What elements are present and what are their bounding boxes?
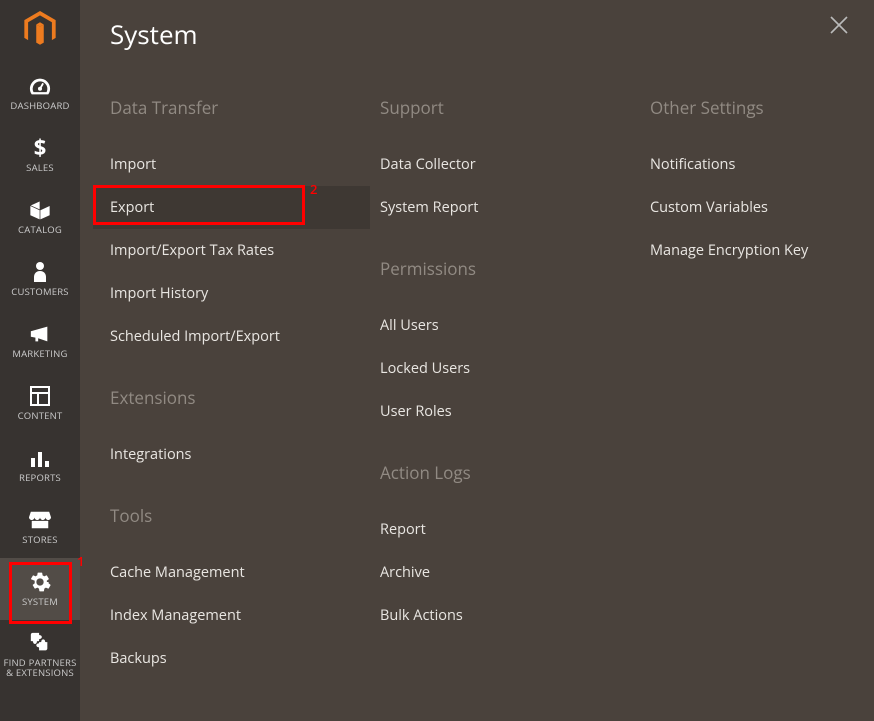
menu-data-collector[interactable]: Data Collector [380,143,610,186]
menu-cache-management[interactable]: Cache Management [110,551,340,594]
nav-system[interactable]: SYSTEM [0,558,80,620]
close-icon [830,17,848,39]
menu-import-export-tax-rates[interactable]: Import/Export Tax Rates [110,229,340,272]
megaphone-icon [28,323,52,345]
menu-column-2: Support Data Collector System Report Per… [380,96,610,680]
menu-archive[interactable]: Archive [380,551,610,594]
layout-icon [28,385,52,407]
gear-icon [28,571,52,593]
menu-system-report[interactable]: System Report [380,186,610,229]
nav-label: CATALOG [16,225,64,235]
nav-label: CUSTOMERS [9,287,70,297]
menu-backups[interactable]: Backups [110,637,340,680]
menu-integrations[interactable]: Integrations [110,433,340,476]
nav-customers[interactable]: CUSTOMERS [0,248,80,310]
person-icon [28,261,52,283]
section-title-data-transfer: Data Transfer [110,96,340,119]
nav-label: SALES [24,163,56,173]
menu-import-history[interactable]: Import History [110,272,340,315]
menu-columns: Data Transfer Import Export Import/Expor… [110,96,874,680]
section-title-tools: Tools [110,504,340,527]
section-title-extensions: Extensions [110,386,340,409]
dollar-icon: $ [28,137,52,159]
nav-label: FIND PARTNERS & EXTENSIONS [0,658,80,679]
menu-import[interactable]: Import [110,143,340,186]
system-flyout-panel: System Data Transfer Import Export Impor… [80,0,874,721]
section-title-other-settings: Other Settings [650,96,874,119]
nav-label: CONTENT [16,411,65,421]
menu-index-management[interactable]: Index Management [110,594,340,637]
menu-user-roles[interactable]: User Roles [380,390,610,433]
store-icon [28,509,52,531]
menu-locked-users[interactable]: Locked Users [380,347,610,390]
bars-icon [28,447,52,469]
gauge-icon [28,75,52,97]
nav-find-partners[interactable]: FIND PARTNERS & EXTENSIONS [0,620,80,690]
menu-bulk-actions[interactable]: Bulk Actions [380,594,610,637]
close-button[interactable] [830,16,854,40]
nav-content[interactable]: CONTENT [0,372,80,434]
magento-logo-icon [23,11,57,52]
nav-stores[interactable]: STORES [0,496,80,558]
admin-sidebar: DASHBOARD $ SALES CATALOG CUSTOMERS MARK… [0,0,80,721]
menu-column-1: Data Transfer Import Export Import/Expor… [110,96,340,680]
nav-label: STORES [20,535,59,545]
nav-label: MARKETING [10,349,69,359]
section-title-action-logs: Action Logs [380,461,610,484]
magento-logo[interactable] [0,0,80,62]
menu-all-users[interactable]: All Users [380,304,610,347]
nav-catalog[interactable]: CATALOG [0,186,80,248]
menu-export[interactable]: Export [93,186,370,229]
svg-text:$: $ [34,137,47,159]
menu-column-3: Other Settings Notifications Custom Vari… [650,96,874,680]
panel-title: System [110,16,198,52]
menu-custom-variables[interactable]: Custom Variables [650,186,874,229]
section-title-support: Support [380,96,610,119]
menu-notifications[interactable]: Notifications [650,143,874,186]
nav-dashboard[interactable]: DASHBOARD [0,62,80,124]
nav-marketing[interactable]: MARKETING [0,310,80,372]
nav-reports[interactable]: REPORTS [0,434,80,496]
menu-report[interactable]: Report [380,508,610,551]
section-title-permissions: Permissions [380,257,610,280]
nav-label: DASHBOARD [8,101,71,111]
menu-manage-encryption-key[interactable]: Manage Encryption Key [650,229,874,272]
nav-label: REPORTS [17,473,63,483]
box-icon [28,199,52,221]
puzzle-icon [28,632,52,654]
nav-sales[interactable]: $ SALES [0,124,80,186]
menu-scheduled-import-export[interactable]: Scheduled Import/Export [110,315,340,358]
nav-label: SYSTEM [20,597,60,607]
